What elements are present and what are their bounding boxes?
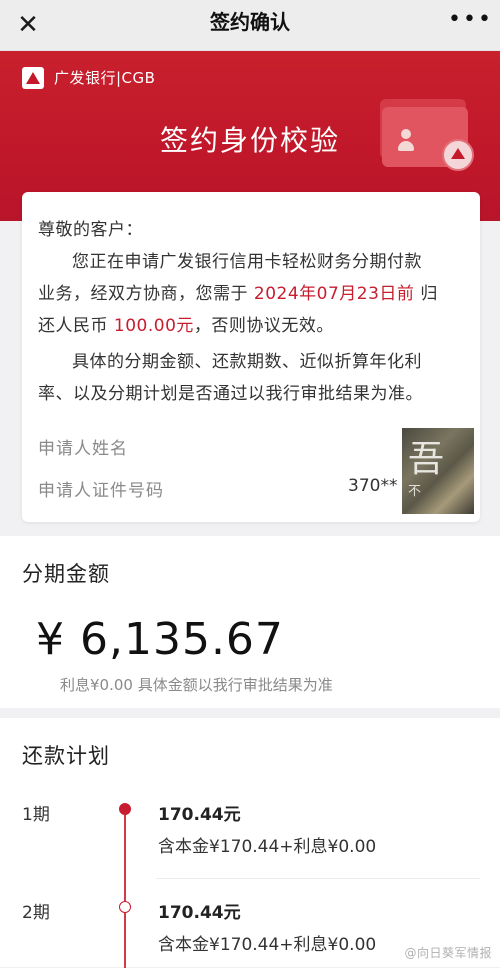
notice-line-1: 您正在申请广发银行信用卡轻松财务分期付款 (72, 252, 422, 272)
page-title: 签约确认 (210, 10, 290, 34)
due-date: 2024年07月23日前 (253, 284, 415, 304)
plan-detail-1: 含本金¥170.44+利息¥0.00 (158, 837, 377, 857)
repayment-plan-section: 还款计划 1期 170.44元 含本金¥170.44+利息¥0.00 2期 17… (0, 718, 500, 968)
greeting-text: 尊敬的客户： (38, 220, 143, 240)
top-bar: ✕ 签约确认 ••• (0, 0, 500, 51)
timeline-line (124, 808, 126, 968)
repayment-plan-heading: 还款计划 (22, 744, 110, 768)
notice-line-2: 业务，经双方协商，您需于 2024年07月23日前 归 (38, 284, 438, 304)
applicant-id-label: 申请人证件号码 (38, 481, 164, 501)
more-options-icon[interactable]: ••• (448, 9, 491, 34)
bank-logo: 广发银行|CGB (22, 67, 155, 89)
photo-glyph: 吾 (408, 439, 445, 480)
bank-name: 广发银行|CGB (54, 69, 156, 87)
notice-line-4: 具体的分期金额、还款期数、近似折算年化利 (72, 352, 422, 372)
applicant-name-label: 申请人姓名 (38, 439, 128, 459)
plan-period-1: 1期 (22, 805, 50, 825)
id-card-illustration (380, 99, 474, 171)
repay-amount: 100.00元 (113, 316, 194, 336)
timeline-dot (119, 901, 131, 913)
plan-period-2: 2期 (22, 903, 50, 923)
installment-heading: 分期金额 (22, 562, 110, 586)
installment-note: 利息¥0.00 具体金额以我行审批结果为准 (60, 676, 333, 694)
plan-amount-2: 170.44元 (158, 903, 241, 923)
plan-amount-1: 170.44元 (158, 805, 241, 825)
timeline-dot-active (119, 803, 131, 815)
installment-amount: ¥ 6,135.67 (36, 614, 284, 665)
notice-line-3: 还人民币 100.00元，否则协议无效。 (38, 316, 334, 336)
photo-glyph-small: 不 (408, 484, 422, 499)
bank-badge-icon (442, 139, 474, 171)
overlay-photo: 吾 不 (402, 428, 474, 514)
verification-notice-card: 尊敬的客户： 您正在申请广发银行信用卡轻松财务分期付款 业务，经双方协商，您需于… (22, 192, 480, 522)
plan-detail-2: 含本金¥170.44+利息¥0.00 (158, 935, 377, 955)
person-icon (398, 129, 414, 153)
notice-line-5: 率、以及分期计划是否通过以我行审批结果为准。 (38, 384, 423, 404)
plan-divider (156, 878, 480, 879)
installment-amount-section: 分期金额 ¥ 6,135.67 利息¥0.00 具体金额以我行审批结果为准 (0, 536, 500, 708)
applicant-id-value: 370** (348, 476, 398, 496)
bank-logo-icon (22, 67, 44, 89)
watermark: @向日葵军情报 (404, 946, 492, 960)
